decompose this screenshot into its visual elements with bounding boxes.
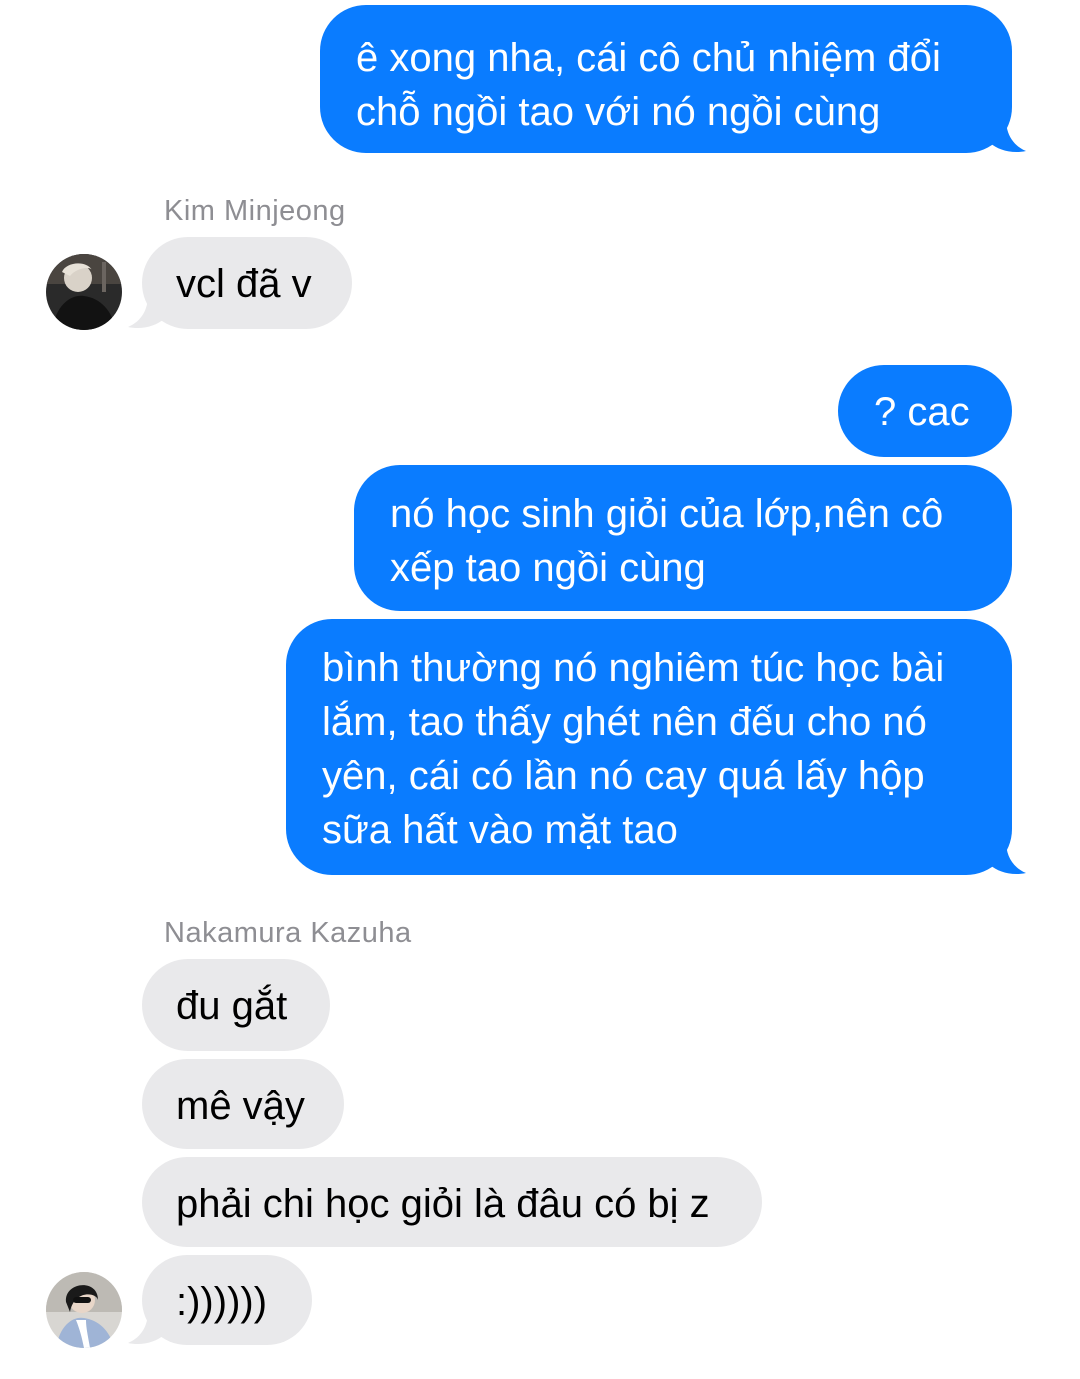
message-bubble-outgoing[interactable]: bình thường nó nghiêm túc học bài lắm, t…: [286, 619, 1012, 875]
message-bubble-incoming[interactable]: mê vậy: [142, 1059, 344, 1149]
message-bubble-incoming[interactable]: đu gắt: [142, 959, 330, 1051]
bubble-tail-incoming: [128, 295, 164, 329]
message-bubble-outgoing[interactable]: ê xong nha, cái cô chủ nhiệm đổi chỗ ngồ…: [320, 5, 1012, 153]
sender-name: Nakamura Kazuha: [164, 917, 412, 949]
avatar[interactable]: [46, 254, 122, 330]
message-bubble-incoming[interactable]: vcl đã v: [142, 237, 352, 329]
bubble-tail-outgoing: [990, 119, 1026, 153]
bubble-tail-incoming: [128, 1311, 164, 1345]
message-bubble-outgoing[interactable]: ? cac: [838, 365, 1012, 457]
message-text: ê xong nha, cái cô chủ nhiệm đổi chỗ ngồ…: [356, 36, 941, 134]
message-text: nó học sinh giỏi của lớp,nên cô xếp tao …: [390, 492, 944, 590]
sender-name: Kim Minjeong: [164, 195, 346, 227]
message-text: vcl đã v: [176, 262, 312, 306]
message-text: mê vậy: [176, 1084, 305, 1128]
message-text: phải chi học giỏi là đâu có bị z: [176, 1182, 710, 1226]
message-bubble-outgoing[interactable]: nó học sinh giỏi của lớp,nên cô xếp tao …: [354, 465, 1012, 611]
message-text: ? cac: [874, 390, 970, 434]
avatar[interactable]: [46, 1272, 122, 1348]
message-text: đu gắt: [176, 984, 288, 1028]
message-text: :)))))): [176, 1280, 268, 1324]
message-bubble-incoming[interactable]: phải chi học giỏi là đâu có bị z: [142, 1157, 762, 1247]
message-bubble-incoming[interactable]: :)))))): [142, 1255, 312, 1345]
message-text: bình thường nó nghiêm túc học bài lắm, t…: [322, 646, 945, 852]
bubble-tail-outgoing: [990, 841, 1026, 875]
